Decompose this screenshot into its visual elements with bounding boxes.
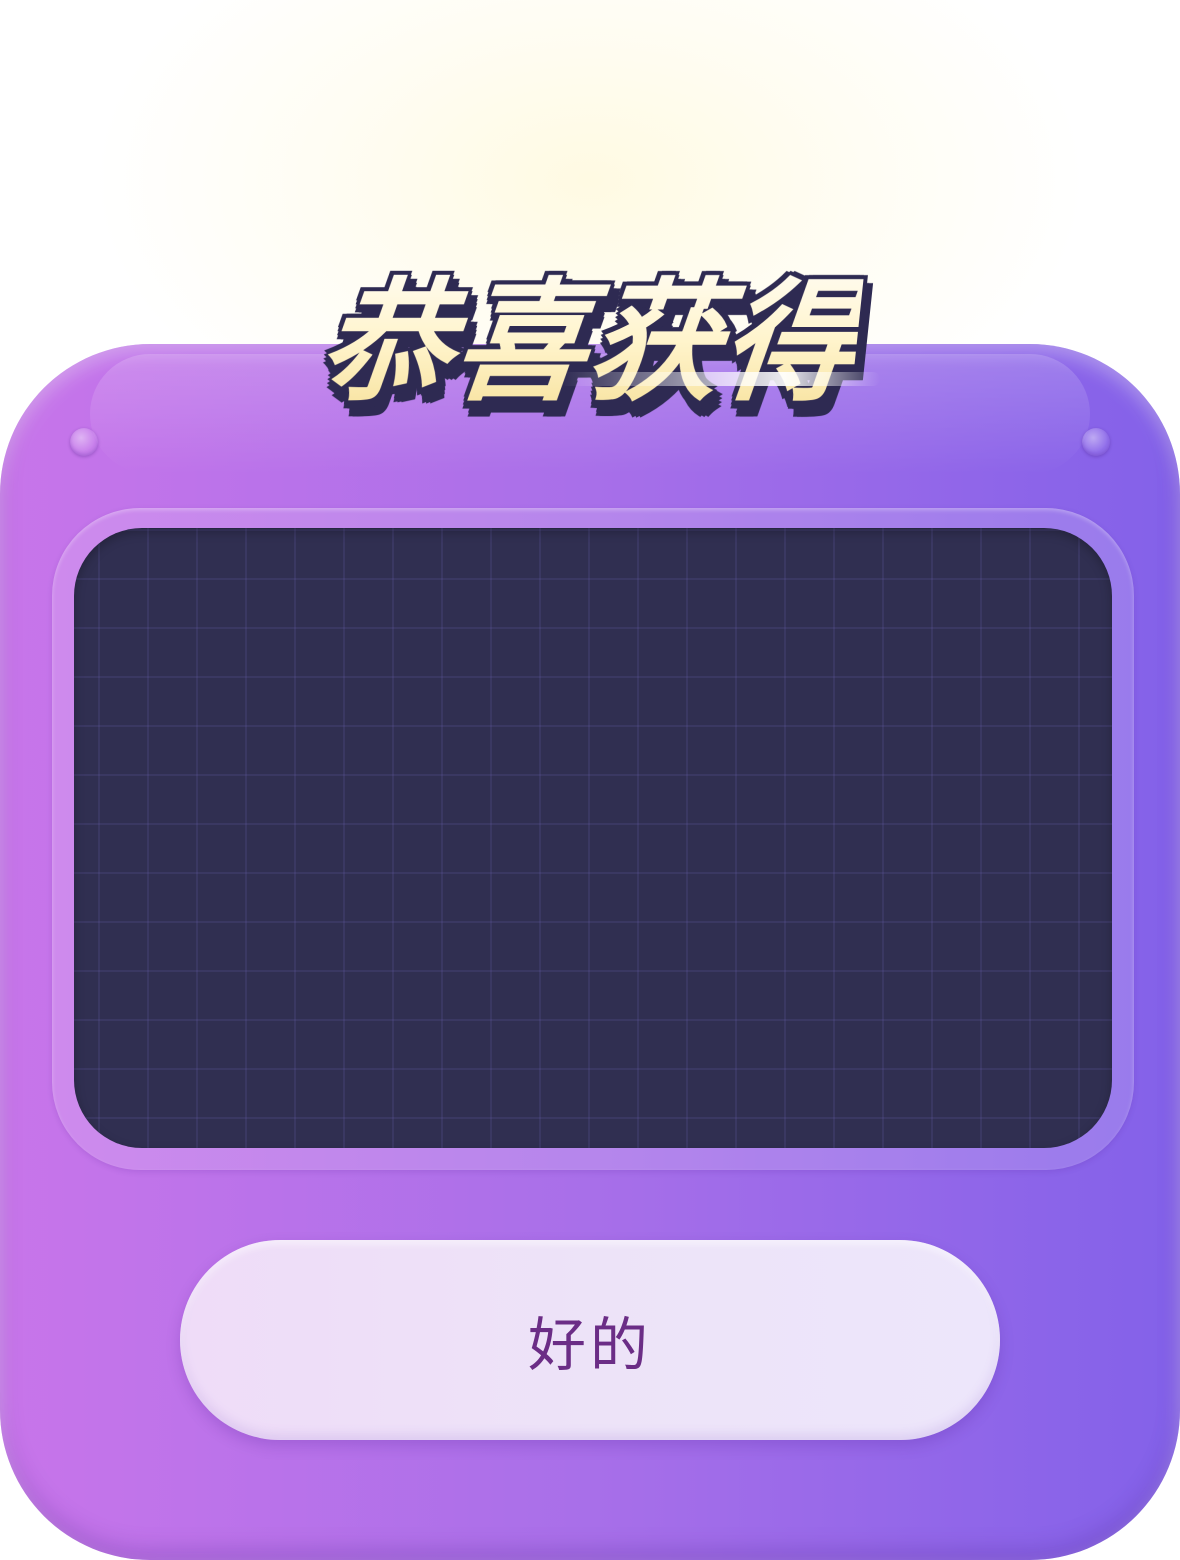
dialog-title-text: 恭喜获得 <box>312 236 868 427</box>
reward-display-frame <box>52 508 1134 1170</box>
rivet-icon <box>70 428 98 456</box>
reward-dialog: 好的 <box>0 344 1180 1560</box>
confirm-button-label: 好的 <box>527 1311 652 1379</box>
reward-display-screen <box>74 528 1112 1148</box>
confirm-button[interactable]: 好的 <box>180 1240 1000 1440</box>
rivet-icon <box>1082 428 1110 456</box>
dialog-title: 恭喜获得 <box>300 246 880 420</box>
title-shine <box>560 372 880 386</box>
